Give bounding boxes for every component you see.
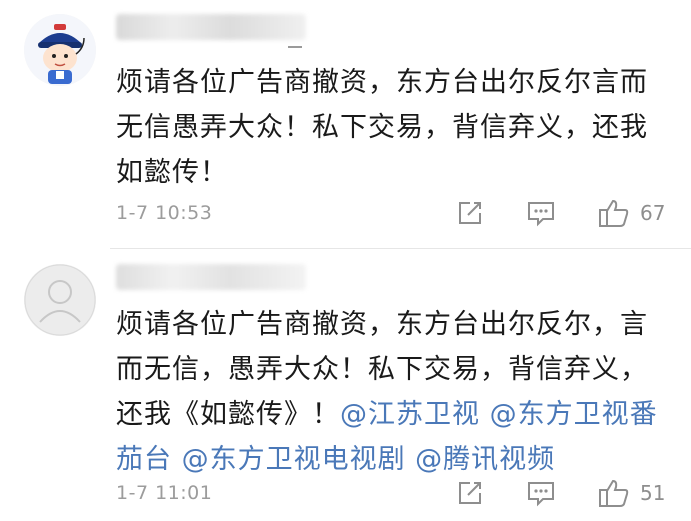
comment-text-line: 烦请各位广告商撤资，东方台出尔反尔言而 bbox=[116, 67, 648, 98]
like-button[interactable]: 51 bbox=[598, 478, 665, 508]
share-icon bbox=[459, 482, 481, 504]
share-button[interactable] bbox=[456, 478, 484, 508]
share-button[interactable] bbox=[456, 198, 484, 228]
username-blurred[interactable] bbox=[116, 264, 306, 290]
comment-text-line: 无信愚弄大众！私下交易，背信弃义，还我 bbox=[116, 112, 648, 143]
comment-text-line: 烦请各位广告商撤资，东方台出尔反尔，言 bbox=[116, 309, 648, 340]
comment-icon bbox=[528, 482, 554, 507]
comment-time: 1-7 11:01 bbox=[116, 482, 213, 504]
user-avatar[interactable] bbox=[24, 264, 96, 336]
comment-item: 烦请各位广告商撤资，东方台出尔反尔言而 无信愚弄大众！私下交易，背信弃义，还我 … bbox=[0, 0, 691, 250]
user-avatar[interactable] bbox=[24, 14, 96, 86]
comment-text-line: 茄台 @东方卫视电视剧 @腾讯视频 bbox=[116, 437, 681, 482]
comment-icon bbox=[528, 202, 554, 227]
username-fragment bbox=[288, 46, 302, 48]
comment-item: 烦请各位广告商撤资，东方台出尔反尔，言 而无信，愚弄大众！私下交易，背信弃义， … bbox=[0, 250, 691, 521]
reply-button[interactable] bbox=[526, 198, 556, 228]
like-count: 51 bbox=[640, 481, 666, 505]
cartoon-avatar-icon bbox=[24, 14, 96, 86]
comment-footer: 1-7 11:01 51 bbox=[116, 478, 677, 508]
comment-text: 烦请各位广告商撤资，东方台出尔反尔言而 无信愚弄大众！私下交易，背信弃义，还我 … bbox=[116, 60, 681, 195]
default-avatar-icon bbox=[24, 264, 96, 336]
like-button[interactable]: 67 bbox=[598, 198, 665, 228]
share-icon bbox=[459, 202, 481, 224]
thumbs-up-icon bbox=[599, 199, 629, 227]
mention-link[interactable]: 茄台 @东方卫视电视剧 @腾讯视频 bbox=[116, 444, 555, 475]
mention-link[interactable]: @江苏卫视 @东方卫视番 bbox=[340, 399, 658, 430]
comment-text-line: 如懿传！ bbox=[116, 157, 228, 188]
thumbs-up-icon bbox=[599, 479, 629, 507]
comment-text-line: 还我《如懿传》！@江苏卫视 @东方卫视番 bbox=[116, 399, 658, 430]
reply-button[interactable] bbox=[526, 478, 556, 508]
username-blurred[interactable] bbox=[116, 14, 306, 40]
comment-time: 1-7 10:53 bbox=[116, 202, 213, 224]
divider bbox=[110, 248, 691, 249]
like-count: 67 bbox=[640, 201, 666, 225]
comment-text: 烦请各位广告商撤资，东方台出尔反尔，言 而无信，愚弄大众！私下交易，背信弃义， … bbox=[116, 302, 681, 482]
comment-footer: 1-7 10:53 67 bbox=[116, 198, 677, 228]
comment-text-line: 而无信，愚弄大众！私下交易，背信弃义， bbox=[116, 354, 648, 385]
